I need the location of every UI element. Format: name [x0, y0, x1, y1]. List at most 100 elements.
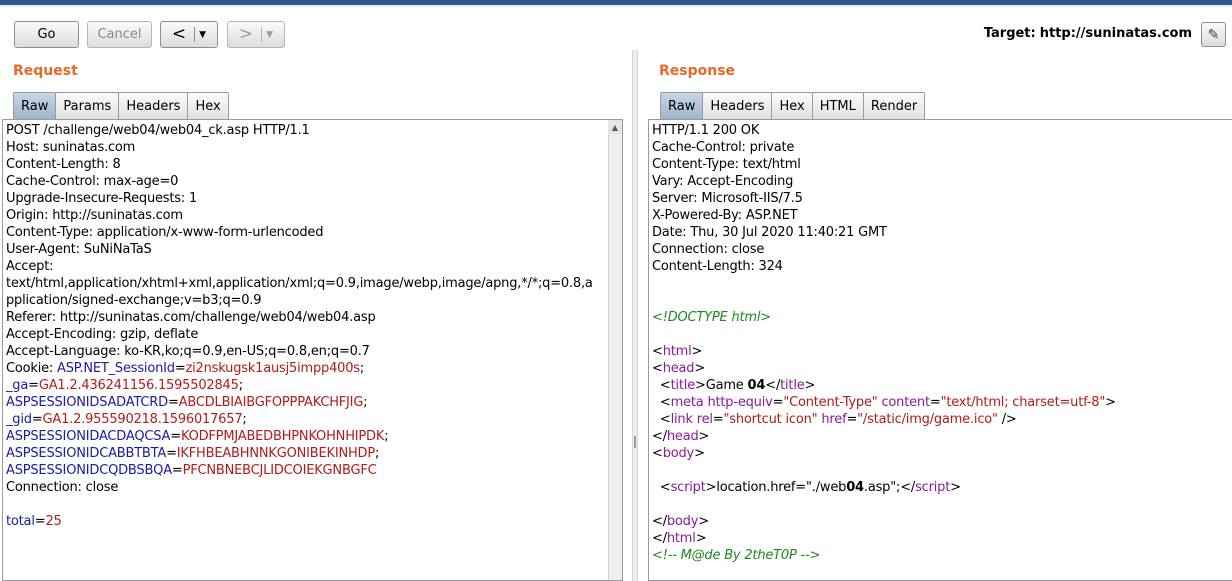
cookie-name: ASPSESSIONIDACDAQCSA — [6, 429, 171, 444]
response-tab-html[interactable]: HTML — [811, 92, 864, 119]
bracket: < — [652, 361, 663, 376]
bracket: > — [950, 480, 961, 495]
html-line: <title>Game 04</title> — [652, 377, 1116, 394]
text: 04 — [747, 378, 766, 393]
request-line: Content-Length: 8 — [6, 157, 121, 172]
response-tab-hex[interactable]: Hex — [771, 92, 813, 119]
cookie-line: ASPSESSIONIDCABBTBTA=IKFHBEABHNNKGONIBEK… — [6, 445, 593, 462]
response-tab-headers[interactable]: Headers — [702, 92, 773, 119]
bracket: < — [659, 412, 671, 427]
tag-name: html — [666, 531, 696, 546]
tag-name: title — [670, 378, 696, 393]
go-button[interactable]: Go — [14, 21, 79, 48]
html-line: </head> — [652, 428, 1116, 445]
target-display: Target: http://suninatas.com — [984, 26, 1192, 41]
response-editor[interactable]: HTTP/1.1 200 OK Cache-Control: private Con… — [648, 119, 1232, 581]
tag-name: head — [662, 361, 695, 376]
tag-name: link — [670, 412, 693, 427]
cookie-eq: = — [170, 429, 181, 444]
request-line: Cache-Control: max-age=0 — [6, 174, 179, 189]
cookie-name: ASPSESSIONIDSADATCRD — [6, 395, 168, 410]
scroll-up-icon[interactable]: ▲ — [608, 120, 622, 134]
tag-name: head — [666, 429, 699, 444]
request-tab-params[interactable]: Params — [55, 92, 120, 119]
request-line: Referer: http://suninatas.com/challenge/… — [6, 310, 376, 325]
tag-name: body — [662, 446, 695, 461]
cookie-line: _gid=GA1.2.955590218.1596017657; — [6, 411, 593, 428]
cookie-value: PFCNBNEBCJLIDCOIEKGNBGFC — [182, 463, 377, 478]
response-header-line: X-Powered-By: ASP.NET — [652, 208, 798, 223]
cookie-eq: = — [167, 395, 179, 410]
request-line: Content-Type: application/x-www-form-url… — [6, 225, 324, 240]
bracket: < — [659, 395, 671, 410]
bracket: > — [694, 361, 706, 376]
html-line: <meta http-equiv="Content-Type" content=… — [652, 394, 1116, 411]
chevron-down-icon[interactable]: ▼ — [266, 30, 273, 40]
request-title: Request — [13, 63, 78, 79]
cookie-eq: = — [171, 463, 183, 478]
request-scrollbar[interactable]: ▲ — [608, 120, 622, 580]
response-tabs: Raw Headers Hex HTML Render — [660, 92, 926, 119]
pencil-icon: ✎ — [1207, 26, 1220, 43]
cookie-sep: ; — [384, 429, 389, 444]
tag-name: script — [915, 480, 951, 495]
html-line: <link rel="shortcut icon" href="/static/… — [652, 411, 1116, 428]
cookie-line: ASPSESSIONIDSADATCRD=ABCDLBIAIBGFOPPPAKC… — [6, 394, 593, 411]
cookie-line: Cookie: ASP.NET_SessionId=zi2nskugsk1aus… — [6, 360, 593, 377]
response-tab-render[interactable]: Render — [862, 92, 926, 119]
text: "./web — [806, 480, 847, 495]
pane-divider[interactable] — [632, 50, 638, 581]
bracket: > — [694, 446, 705, 461]
cookie-name: ASPSESSIONIDCQDBSBQA — [6, 463, 172, 478]
cookie-value: KODFPMJABEDBHPNKOHNHIPDK — [180, 429, 385, 444]
request-line: Accept-Language: ko-KR,ko;q=0.9,en-US;q=… — [6, 344, 370, 359]
response-header-line: Content-Type: text/html — [652, 157, 801, 172]
edit-target-button[interactable]: ✎ — [1201, 22, 1226, 47]
cookie-value: zi2nskugsk1ausj5impp400s — [185, 361, 361, 376]
eq: = — [772, 395, 784, 410]
target-label: Target: — [983, 26, 1036, 41]
tag-name: meta — [670, 395, 704, 410]
request-line: Accept-Encoding: gzip, deflate — [6, 327, 199, 342]
text: location.href= — [716, 480, 806, 495]
cookie-value: ABCDLBIAIBGFOPPPAKCHFJIG — [178, 395, 364, 410]
request-tab-headers[interactable]: Headers — [118, 92, 189, 119]
bracket: > — [1105, 395, 1116, 410]
request-text[interactable]: POST /challenge/web04/web04_ck.asp HTTP/… — [6, 122, 593, 530]
html-line: <script>location.href="./web04.asp";</sc… — [652, 479, 1116, 496]
bracket: < — [652, 446, 663, 461]
forward-button[interactable]: > ▼ — [227, 21, 285, 48]
cookie-eq: = — [166, 446, 177, 461]
cookie-sep: ; — [242, 412, 247, 427]
response-tab-raw[interactable]: Raw — [660, 92, 704, 119]
back-button[interactable]: < ▼ — [160, 21, 218, 48]
request-line: text/html,application/xhtml+xml,applicat… — [6, 276, 593, 291]
cookie-sep: ; — [363, 395, 368, 410]
text: .asp"; — [863, 480, 901, 495]
response-header-line: HTTP/1.1 200 OK — [652, 123, 760, 138]
cookie-name: ASP.NET_SessionId — [57, 361, 175, 376]
param-eq: = — [34, 514, 46, 529]
request-tabs: Raw Params Headers Hex — [13, 92, 229, 119]
request-editor[interactable]: POST /challenge/web04/web04_ck.asp HTTP/… — [2, 119, 623, 581]
response-header-line: Vary: Accept-Encoding — [652, 174, 794, 189]
bracket: </ — [652, 514, 667, 529]
request-tab-hex[interactable]: Hex — [187, 92, 229, 119]
bracket: </ — [765, 378, 781, 393]
request-tab-raw[interactable]: Raw — [13, 92, 57, 119]
bracket: > — [804, 378, 816, 393]
divider-grip-icon[interactable] — [634, 436, 636, 448]
cancel-button[interactable]: Cancel — [87, 21, 152, 48]
bracket: < — [659, 480, 671, 495]
cookie-name: _ga — [6, 378, 29, 393]
cookie-line: ASPSESSIONIDCQDBSBQA=PFCNBNEBCJLIDCOIEKG… — [6, 462, 593, 479]
param-name: total — [6, 514, 35, 529]
response-text[interactable]: HTTP/1.1 200 OK Cache-Control: private Con… — [652, 122, 1116, 564]
chevron-down-icon[interactable]: ▼ — [199, 30, 206, 40]
bracket: /> — [997, 412, 1017, 427]
